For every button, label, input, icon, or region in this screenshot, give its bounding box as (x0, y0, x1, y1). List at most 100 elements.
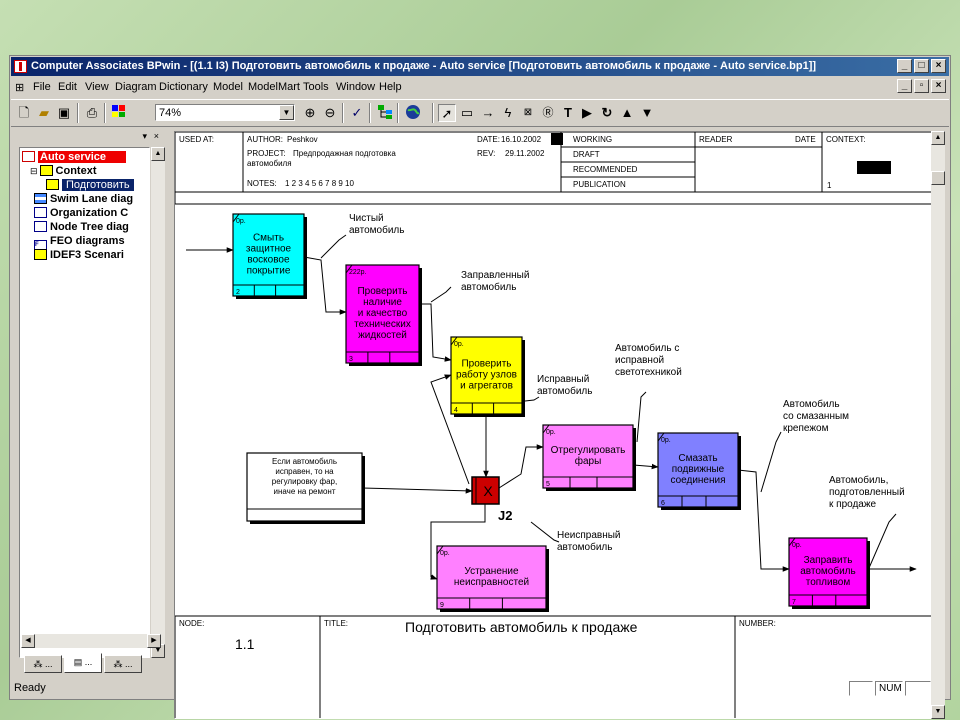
tab-diagrams[interactable]: ▤ ... (64, 653, 102, 673)
globe-icon[interactable] (404, 104, 422, 122)
zoom-value: 74% (159, 107, 182, 119)
menu-edit[interactable]: Edit (58, 81, 77, 93)
app-icon[interactable] (14, 60, 27, 73)
close-button[interactable]: × (931, 59, 946, 73)
pointer-icon[interactable]: ➚ (438, 104, 456, 122)
flow-arrow[interactable] (303, 256, 347, 315)
tree-item-idef3[interactable]: IDEF3 Scenari (34, 248, 124, 262)
box-label: жидкостей (358, 330, 407, 341)
menu-diagram[interactable]: Diagram (115, 81, 157, 93)
maximize-button[interactable]: □ (914, 59, 929, 73)
arrow-label-greased-car: Автомобиль (783, 398, 840, 410)
zoom-in-icon[interactable]: ⊕ (301, 104, 319, 122)
scroll-left-icon[interactable]: ◀ (21, 634, 35, 648)
menu-tools[interactable]: Tools (303, 81, 329, 93)
referent-icon[interactable]: Ⓡ (539, 104, 557, 122)
tree-item-label: IDEF3 Scenari (50, 249, 124, 261)
title-bar[interactable]: Computer Associates BPwin - [(1.1 I3) По… (11, 57, 949, 76)
print-icon[interactable]: ⎙ (83, 104, 101, 122)
tree-item-swim-lane[interactable]: Swim Lane diag (34, 192, 133, 206)
text-icon[interactable]: T (559, 104, 577, 122)
window-title: Computer Associates BPwin - [(1.1 I3) По… (31, 60, 817, 72)
collapse-icon[interactable]: ⊟ (30, 166, 38, 176)
toolbar: 🗋 ▰ ▣ ⎙ 74% ▼ ⊕ ⊖ ✓ ➚ ▭ → ϟ ⊠ Ⓡ T ▶ ↻ ▲ … (11, 99, 949, 127)
save-icon[interactable]: ▣ (55, 104, 73, 122)
box-label: Проверить (357, 286, 407, 297)
tree-item-podgotovit[interactable]: Подготовить (46, 178, 134, 192)
diagram-canvas[interactable]: USED AT: AUTHOR: Peshkov DATE: 16.10.200… (174, 131, 942, 719)
triangle-right-icon[interactable]: ▶ (578, 104, 596, 122)
scroll-down-icon[interactable]: ▼ (931, 705, 945, 719)
menu-file[interactable]: File (33, 81, 51, 93)
squiggle-icon[interactable]: ϟ (499, 104, 517, 122)
box-number: 3 (349, 356, 353, 363)
flow-arrow[interactable] (361, 487, 473, 494)
tree-item-node-tree[interactable]: Node Tree diag (34, 220, 129, 234)
status-working: WORKING (573, 135, 612, 144)
menu-dictionary[interactable]: Dictionary (159, 81, 208, 93)
flow-arrow[interactable] (498, 444, 544, 489)
tree-item-context[interactable]: ⊟ Context (30, 164, 97, 178)
open-folder-icon[interactable]: ▰ (35, 104, 53, 122)
activity-box-2[interactable]: 0р. Смытьзащитноевосковоепокрытие 2 (232, 213, 307, 299)
diagram-header-frame: USED AT: AUTHOR: Peshkov DATE: 16.10.200… (175, 132, 941, 205)
activity-box-5[interactable]: 0р. Отрегулироватьфары 5 (542, 424, 636, 491)
zoom-out-icon[interactable]: ⊖ (321, 104, 339, 122)
activity-box-7[interactable]: 0р.Заправитьавтомобильтопливом 7 (788, 537, 870, 609)
mdi-restore-button[interactable]: ▫ (914, 79, 929, 93)
tree-root[interactable]: Auto service (22, 150, 127, 164)
menu-window[interactable]: Window (336, 81, 375, 93)
tree-item-feo[interactable]: F FEO diagrams (34, 234, 125, 251)
explorer-close-icon[interactable]: × (154, 131, 159, 141)
tree-item-organization[interactable]: Organization C (34, 206, 128, 220)
spell-check-icon[interactable]: ✓ (348, 104, 366, 122)
arrow-label-ready-car: к продаже (829, 499, 877, 510)
scroll-thumb[interactable] (931, 171, 945, 185)
menu-modelmart[interactable]: ModelMart (248, 81, 300, 93)
link-arrow-icon[interactable]: → (479, 104, 497, 122)
mdi-close-button[interactable]: × (931, 79, 946, 93)
minimize-button[interactable]: _ (897, 59, 912, 73)
menu-view[interactable]: View (85, 81, 109, 93)
explorer-pin-icon[interactable]: ▾ (142, 131, 147, 142)
scroll-up-icon[interactable]: ▲ (931, 131, 945, 145)
tree-vertical-scrollbar[interactable]: ▲ ▼ (151, 147, 165, 658)
reader-label: READER (699, 135, 733, 144)
uow-box-icon[interactable]: ▭ (458, 104, 476, 122)
junction-icon[interactable]: ⊠ (519, 104, 537, 122)
notes-label: NOTES: (247, 179, 277, 188)
explorer-header: ▾ × (14, 131, 161, 141)
new-file-icon[interactable]: 🗋 (15, 104, 33, 122)
tab-activities[interactable]: ⁂ ... (24, 655, 62, 673)
triangle-up-icon[interactable]: ▲ (618, 104, 636, 122)
swim-lane-icon (34, 193, 47, 204)
canvas-vertical-scrollbar[interactable]: ▲ ▼ (931, 131, 945, 719)
flow-arrow[interactable] (632, 463, 659, 470)
menu-help[interactable]: Help (379, 81, 402, 93)
chevron-down-icon[interactable]: ▼ (279, 105, 294, 120)
activity-box-3[interactable]: 222р. Проверитьналичиеи качествотехническ… (345, 264, 422, 366)
menu-model[interactable]: Model (213, 81, 243, 93)
title-label: TITLE: (324, 619, 348, 628)
status-cell-blank (849, 681, 873, 696)
doc-icon[interactable]: ⊞ (15, 81, 24, 94)
scroll-up-icon[interactable]: ▲ (151, 147, 165, 161)
referent-note-box[interactable]: Если автомобильисправен, то нарегулировк… (246, 452, 365, 524)
tree-horizontal-scrollbar[interactable]: ◀ ▶ (21, 634, 161, 648)
tab-objects[interactable]: ⁂ ... (104, 655, 142, 673)
triangle-down-icon[interactable]: ▼ (638, 104, 656, 122)
scroll-right-icon[interactable]: ▶ (147, 634, 161, 648)
mdi-minimize-button[interactable]: _ (897, 79, 912, 93)
flow-arrow[interactable] (419, 303, 452, 362)
junction-xor[interactable]: X J2 (471, 476, 512, 523)
label-leader-line (636, 391, 647, 443)
model-explorer-icon[interactable] (376, 104, 394, 122)
zoom-select[interactable]: 74% ▼ (155, 104, 295, 121)
activity-box-4[interactable]: 0р. Проверитьработу узлови агрегатов 4 (450, 336, 525, 417)
activity-box-9[interactable]: 0р. Устранениенеисправностей 9 (436, 545, 549, 612)
status-recommended: RECOMMENDED (573, 165, 638, 174)
node-label: NODE: (179, 619, 204, 628)
activity-box-6[interactable]: 0р. Смазатьподвижныесоединения 6 (657, 432, 741, 510)
cycle-icon[interactable]: ↻ (598, 104, 616, 122)
color-palette-icon[interactable] (110, 104, 128, 122)
